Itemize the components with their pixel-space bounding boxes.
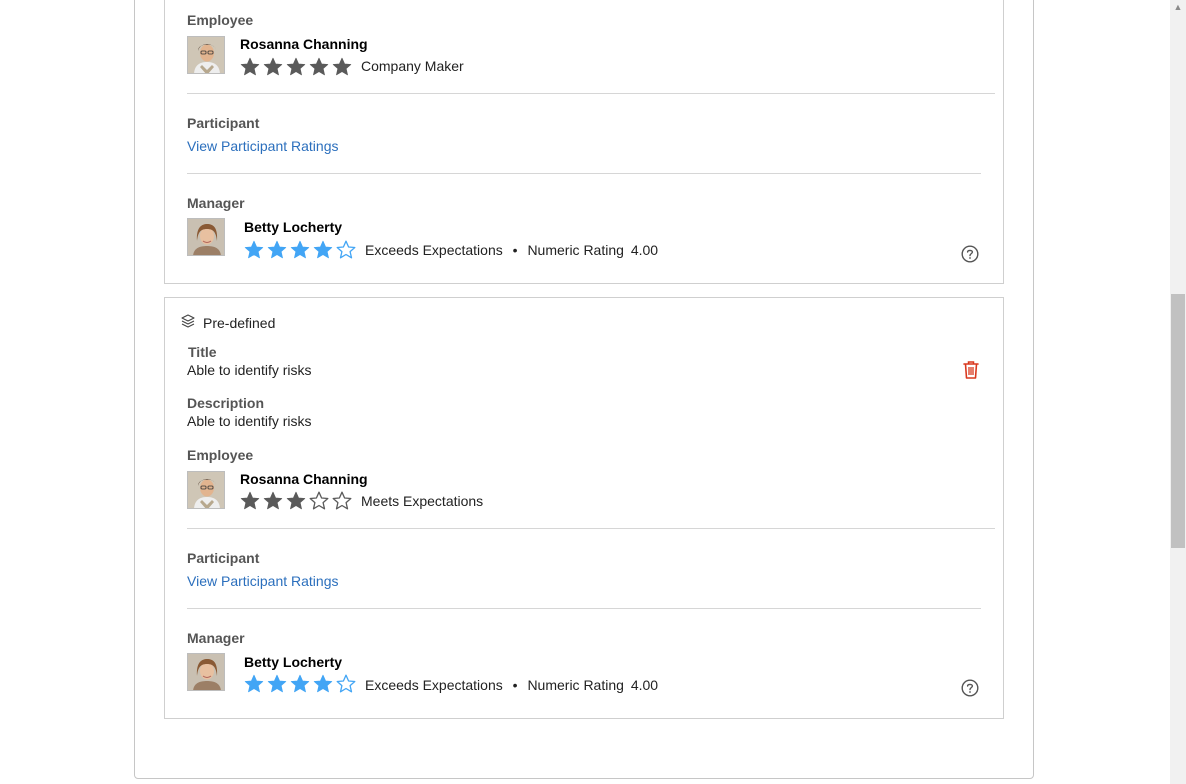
avatar-employee [187,471,225,509]
description-value: Able to identify risks [187,413,312,429]
help-circle-icon[interactable] [961,245,979,263]
star-filled-icon [267,240,287,259]
participant-label: Participant [187,115,260,131]
star-filled-icon [286,57,306,76]
star-empty-icon [336,674,356,693]
employee-rating-stars [240,57,352,77]
star-filled-icon [313,674,333,693]
star-filled-icon [332,57,352,76]
star-filled-icon [290,240,310,259]
view-participant-ratings-link[interactable]: View Participant Ratings [187,573,338,589]
manager-label: Manager [187,630,245,646]
star-filled-icon [240,57,260,76]
star-filled-icon [286,491,306,510]
star-filled-icon [309,57,329,76]
manager-rating-line: Exceeds Expectations • Numeric Rating 4.… [365,677,658,693]
vertical-scrollbar[interactable]: ▲ [1170,0,1186,784]
employee-label: Employee [187,447,254,463]
avatar-manager [187,653,225,691]
avatar-employee [187,36,225,74]
scrollbar-thumb[interactable] [1171,294,1185,548]
star-filled-icon [244,674,264,693]
scroll-up-arrow-icon[interactable]: ▲ [1170,0,1186,14]
divider [187,528,995,529]
employee-label: Employee [187,12,254,28]
employee-rating-text: Meets Expectations [361,493,484,509]
manager-rating-text: Exceeds Expectations [365,677,503,693]
divider [187,173,981,174]
description-label: Description [187,395,265,411]
manager-name: Betty Locherty [244,219,343,235]
divider [187,93,995,94]
numeric-rating-value: 4.00 [630,677,659,693]
manager-rating-stars [244,240,356,260]
star-filled-icon [263,57,283,76]
manager-rating-stars [244,674,356,694]
star-filled-icon [244,240,264,259]
divider [187,608,981,609]
separator-bullet: • [512,677,518,693]
star-filled-icon [267,674,287,693]
star-filled-icon [240,491,260,510]
manager-name: Betty Locherty [244,654,343,670]
star-empty-icon [332,491,352,510]
participant-label: Participant [187,550,260,566]
employee-rating-stars [240,491,352,511]
star-filled-icon [290,674,310,693]
star-filled-icon [313,240,333,259]
numeric-rating-label: Numeric Rating [527,242,624,258]
numeric-rating-label: Numeric Rating [527,677,624,693]
star-filled-icon [263,491,283,510]
employee-rating-text: Company Maker [361,58,464,74]
view-participant-ratings-link[interactable]: View Participant Ratings [187,138,338,154]
avatar-manager [187,218,225,256]
separator-bullet: • [512,242,518,258]
star-empty-icon [309,491,329,510]
manager-rating-line: Exceeds Expectations • Numeric Rating 4.… [365,242,658,258]
manager-rating-text: Exceeds Expectations [365,242,503,258]
manager-label: Manager [187,195,245,211]
help-circle-icon[interactable] [961,679,979,697]
employee-name: Rosanna Channing [240,36,368,52]
type-label: Pre-defined [203,315,276,331]
layers-icon [181,314,195,328]
title-value: Able to identify risks [187,362,312,378]
star-empty-icon [336,240,356,259]
numeric-rating-value: 4.00 [630,242,659,258]
title-label: Title [188,344,217,360]
employee-name: Rosanna Channing [240,471,368,487]
trash-icon[interactable] [962,360,980,380]
